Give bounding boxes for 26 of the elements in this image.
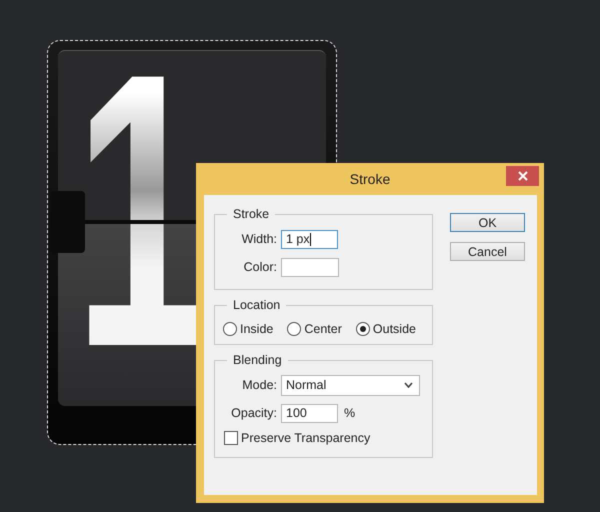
- mode-dropdown[interactable]: Normal: [281, 374, 420, 396]
- cancel-button[interactable]: Cancel: [450, 242, 525, 261]
- width-field[interactable]: 1 px: [281, 230, 338, 248]
- group-legend: Blending: [227, 353, 288, 367]
- opacity-field[interactable]: 100: [281, 404, 338, 422]
- close-icon: [518, 171, 528, 181]
- checkbox-label: Preserve Transparency: [241, 431, 370, 445]
- group-legend: Location: [227, 298, 286, 312]
- close-button[interactable]: [506, 166, 539, 186]
- radio-button[interactable]: [356, 322, 370, 336]
- field-label: Color:: [242, 260, 278, 274]
- field-label: Mode:: [241, 378, 278, 392]
- field-label: Width:: [240, 232, 278, 246]
- unit-label: %: [344, 406, 356, 420]
- radio-label: Center: [304, 322, 342, 336]
- group-legend: Stroke: [227, 207, 276, 221]
- color-swatch[interactable]: [281, 258, 339, 276]
- radio-button[interactable]: [223, 322, 237, 336]
- radio-label: Inside: [240, 322, 274, 336]
- field-label: Opacity:: [230, 406, 278, 420]
- checkbox[interactable]: [224, 431, 238, 445]
- ok-button[interactable]: OK: [450, 213, 525, 232]
- radio-button[interactable]: [287, 322, 302, 336]
- chevron-icon: [404, 382, 413, 388]
- radio-label: Outside: [372, 322, 416, 336]
- dialog-title: Stroke: [350, 171, 390, 187]
